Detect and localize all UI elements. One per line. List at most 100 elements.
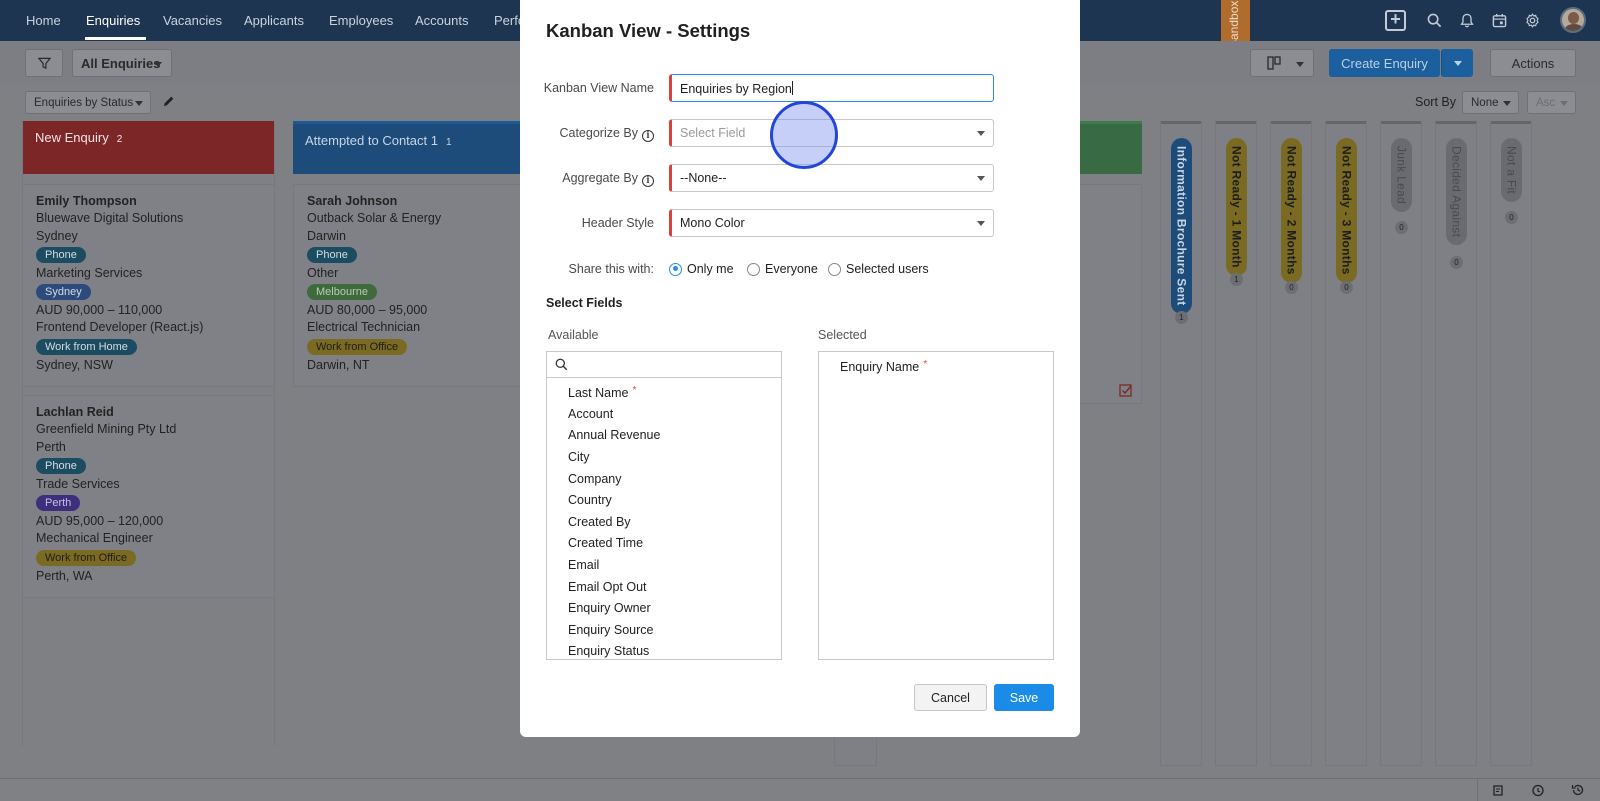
- field-item-company[interactable]: Company: [568, 472, 622, 486]
- collapsed-column-label: Junk Lead: [1391, 138, 1412, 213]
- column-header[interactable]: New Enquiry 2: [23, 121, 274, 174]
- column-count: 2: [116, 134, 123, 145]
- card-name[interactable]: Lachlan Reid: [36, 404, 261, 421]
- enquiry-card[interactable]: Lachlan Reid Greenfield Mining Pty Ltd P…: [22, 395, 275, 598]
- enquiry-card-partial[interactable]: [1078, 184, 1142, 404]
- filter-button[interactable]: [25, 49, 63, 77]
- radio-selected-icon: [669, 262, 682, 276]
- sort-by-select[interactable]: None: [1462, 91, 1519, 114]
- aggregate-by-value: --None--: [680, 171, 727, 185]
- card-name[interactable]: Sarah Johnson: [307, 193, 519, 210]
- work-mode-badge: Work from Home: [36, 338, 137, 355]
- kanban-column-collapsed[interactable]: Not Ready - 2 Months 0: [1270, 121, 1312, 766]
- selected-fields-list[interactable]: Enquiry Name *: [818, 351, 1054, 660]
- nav-tab-accounts[interactable]: Accounts: [415, 13, 468, 28]
- field-item-email-opt-out[interactable]: Email Opt Out: [568, 580, 647, 594]
- create-enquiry-button[interactable]: Create Enquiry: [1329, 49, 1440, 77]
- source-badge: Phone: [36, 246, 86, 263]
- kanban-column-collapsed[interactable]: Not Ready - 3 Months 0: [1325, 121, 1367, 766]
- card-company: Outback Solar & Energy: [307, 211, 442, 226]
- kanban-view-select[interactable]: Enquiries by Status: [25, 91, 151, 114]
- search-icon[interactable]: [1424, 10, 1444, 30]
- field-item-created-time[interactable]: Created Time: [568, 536, 643, 550]
- alarm-clock-icon[interactable]: [1530, 783, 1546, 799]
- kanban-column-collapsed[interactable]: Not a Fit 0: [1490, 121, 1532, 766]
- card-city: Darwin: [307, 228, 346, 243]
- available-fields-list[interactable]: Last Name * Account Annual Revenue City C…: [546, 351, 782, 660]
- kanban-column-collapsed[interactable]: Not Ready - 1 Month 1: [1215, 121, 1257, 766]
- nav-tab-home[interactable]: Home: [26, 13, 61, 28]
- enquiry-card[interactable]: Sarah Johnson Outback Solar & Energy Dar…: [293, 184, 533, 387]
- aggregate-by-select[interactable]: --None--: [669, 164, 994, 192]
- actions-button[interactable]: Actions: [1490, 49, 1576, 77]
- card-name[interactable]: Emily Thompson: [36, 193, 261, 210]
- nav-tab-employees[interactable]: Employees: [329, 13, 393, 28]
- header-style-select[interactable]: Mono Color: [669, 209, 994, 237]
- bottom-status-bar: [0, 778, 1600, 801]
- calendar-icon[interactable]: [1489, 10, 1509, 30]
- info-icon[interactable]: i: [642, 175, 654, 187]
- collapsed-column-label: Decided Against: [1446, 138, 1467, 246]
- field-item-enquiry-status[interactable]: Enquiry Status: [568, 644, 649, 658]
- header-style-label: Header Style: [581, 216, 654, 230]
- field-item-city[interactable]: City: [568, 450, 590, 464]
- selected-label: Selected: [818, 328, 867, 342]
- field-item-annual-revenue[interactable]: Annual Revenue: [568, 428, 660, 442]
- card-city: Sydney: [36, 228, 78, 243]
- radio-unselected-icon: [828, 262, 841, 276]
- quick-create-icon[interactable]: +: [1385, 10, 1406, 31]
- kanban-column-collapsed[interactable]: Junk Lead 0: [1380, 121, 1422, 766]
- card-industry: Marketing Services: [36, 265, 143, 280]
- field-item-enquiry-owner[interactable]: Enquiry Owner: [568, 601, 651, 615]
- view-name-input[interactable]: Enquiries by Region: [669, 74, 994, 102]
- collapsed-column-label: Not Ready - 1 Month: [1226, 138, 1247, 276]
- user-avatar[interactable]: [1560, 7, 1586, 33]
- create-enquiry-dropdown[interactable]: [1441, 49, 1473, 77]
- nav-tab-enquiries[interactable]: Enquiries: [84, 13, 147, 40]
- sort-order-select[interactable]: Asc: [1527, 91, 1576, 114]
- field-item-enquiry-source[interactable]: Enquiry Source: [568, 623, 653, 637]
- layout-switcher[interactable]: [1250, 49, 1314, 77]
- nav-tab-vacancies[interactable]: Vacancies: [163, 13, 222, 28]
- recent-items-icon[interactable]: [1490, 783, 1506, 799]
- share-radio-everyone[interactable]: Everyone: [747, 262, 818, 276]
- view-select[interactable]: All Enquiries: [72, 49, 172, 77]
- task-check-icon[interactable]: [1119, 383, 1133, 397]
- region-badge: Sydney: [36, 284, 91, 301]
- select-fields-heading: Select Fields: [546, 296, 623, 310]
- nav-tab-applicants[interactable]: Applicants: [244, 13, 304, 28]
- bell-icon[interactable]: [1457, 10, 1477, 30]
- chevron-down-icon: [154, 62, 162, 67]
- chevron-down-icon: [1453, 60, 1462, 66]
- info-icon[interactable]: i: [642, 130, 654, 142]
- kanban-column-collapsed[interactable]: Information Brochure Sent 1: [1160, 121, 1202, 766]
- gear-icon[interactable]: [1522, 10, 1542, 30]
- kanban-column-collapsed[interactable]: Decided Against 0: [1435, 121, 1477, 766]
- field-item-country[interactable]: Country: [568, 493, 612, 507]
- kanban-view-select-value: Enquiries by Status: [34, 96, 134, 109]
- sort-by-label: Sort By: [1415, 95, 1456, 109]
- view-name-value: Enquiries by Region: [680, 82, 792, 96]
- share-radio-selected-users[interactable]: Selected users: [828, 262, 929, 276]
- save-button[interactable]: Save: [994, 684, 1054, 711]
- view-select-value: All Enquiries: [81, 55, 161, 71]
- edit-pencil-icon[interactable]: [162, 95, 176, 109]
- kanban-layout-icon: [1267, 56, 1281, 70]
- history-icon[interactable]: [1570, 783, 1586, 799]
- field-item-created-by[interactable]: Created By: [568, 515, 631, 529]
- field-item-account[interactable]: Account: [568, 407, 613, 421]
- available-fields-search-input[interactable]: [547, 352, 781, 378]
- collapsed-column-label: Not Ready - 3 Months: [1336, 138, 1357, 283]
- enquiry-card[interactable]: Emily Thompson Bluewave Digital Solution…: [22, 184, 275, 387]
- share-radio-only-me[interactable]: Only me: [669, 262, 734, 276]
- card-company: Greenfield Mining Pty Ltd: [36, 422, 177, 437]
- kanban-column-header-partial[interactable]: [1078, 121, 1142, 174]
- card-role: Frontend Developer (React.js): [36, 320, 204, 335]
- selected-field-enquiry-name[interactable]: Enquiry Name *: [840, 359, 927, 374]
- field-item-email[interactable]: Email: [568, 558, 599, 572]
- column-header[interactable]: Attempted to Contact 1 1: [293, 121, 533, 174]
- collapsed-column-label: Information Brochure Sent: [1171, 138, 1192, 314]
- chevron-down-icon: [1296, 62, 1304, 67]
- cancel-button[interactable]: Cancel: [914, 684, 987, 711]
- field-item-last-name[interactable]: Last Name *: [568, 385, 636, 400]
